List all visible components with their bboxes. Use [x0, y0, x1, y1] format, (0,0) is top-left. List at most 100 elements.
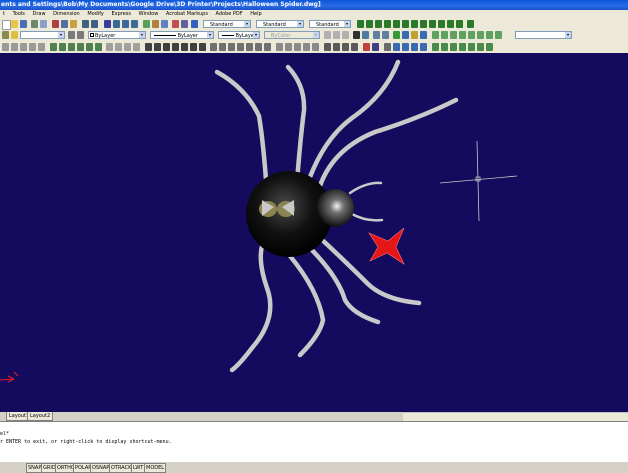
menu-item-draw[interactable]: Draw — [29, 10, 48, 19]
mesh-dish-icon[interactable] — [459, 43, 466, 51]
section-icon[interactable] — [312, 43, 319, 51]
mesh-sphere-icon[interactable] — [441, 43, 448, 51]
sphere-icon[interactable] — [441, 31, 448, 39]
solid-edit-icon[interactable] — [333, 43, 340, 51]
clip-icon[interactable] — [38, 43, 45, 51]
view-left-icon[interactable] — [68, 43, 75, 51]
ucs-object-icon[interactable] — [420, 43, 427, 51]
menu-item-acrobat-markups[interactable]: Acrobat Markups — [163, 10, 211, 19]
menu-item-edit[interactable]: t — [0, 10, 8, 19]
preview-icon[interactable] — [40, 20, 47, 28]
snap-midpoint-icon[interactable] — [366, 20, 373, 28]
statistics-icon[interactable] — [420, 31, 427, 39]
menu-item-dimension[interactable]: Dimension — [50, 10, 83, 19]
mesh-wedge-icon[interactable] — [477, 43, 484, 51]
imprint-icon[interactable] — [342, 43, 349, 51]
isometric-se-icon[interactable] — [115, 43, 122, 51]
mesh-cone-icon[interactable] — [450, 43, 457, 51]
materials-icon[interactable] — [373, 31, 380, 39]
box-icon[interactable] — [432, 31, 439, 39]
view-front-icon[interactable] — [86, 43, 93, 51]
orbit-icon[interactable] — [2, 43, 9, 51]
landscape-icon[interactable] — [382, 31, 389, 39]
view-top-icon[interactable] — [50, 43, 57, 51]
cut-icon[interactable] — [52, 20, 59, 28]
tab-layout2[interactable]: Layout2 — [27, 412, 54, 421]
osnap-settings-icon[interactable] — [467, 20, 474, 28]
shade-icon[interactable] — [353, 31, 360, 39]
command-line[interactable]: el* r ENTER to exit, or right-click to d… — [0, 421, 628, 462]
dim-style-dropdown[interactable]: Standard ▾ — [256, 20, 304, 28]
circle-icon[interactable] — [163, 43, 170, 51]
snap-node-icon[interactable] — [438, 20, 445, 28]
fillet-icon[interactable] — [264, 43, 271, 51]
isometric-nw-icon[interactable] — [133, 43, 140, 51]
menu-item-modify[interactable]: Modify — [84, 10, 107, 19]
text-style-dropdown[interactable]: Standard ▾ — [203, 20, 251, 28]
zoom-previous-icon[interactable] — [131, 20, 138, 28]
color-dropdown[interactable]: ByLayer ▾ — [88, 31, 146, 39]
properties-icon[interactable] — [143, 20, 150, 28]
move-icon[interactable] — [219, 43, 226, 51]
menu-item-window[interactable]: Window — [136, 10, 162, 19]
continuous-orbit-icon[interactable] — [11, 43, 18, 51]
copy-icon[interactable] — [61, 20, 68, 28]
open-icon[interactable] — [11, 20, 18, 28]
fog-icon[interactable] — [393, 31, 400, 39]
pan-icon[interactable] — [104, 20, 111, 28]
snap-perpendicular-icon[interactable] — [411, 20, 418, 28]
hide-icon[interactable] — [333, 31, 340, 39]
mesh-box-icon[interactable] — [432, 43, 439, 51]
menu-item-tools[interactable]: Tools — [10, 10, 28, 19]
background-icon[interactable] — [402, 31, 409, 39]
menu-item-help[interactable]: Help — [247, 10, 264, 19]
flatshot-icon[interactable] — [324, 43, 331, 51]
wedge-icon[interactable] — [468, 31, 475, 39]
line-icon[interactable] — [145, 43, 152, 51]
mesh-pyramid-icon[interactable] — [486, 43, 493, 51]
tool-palettes-icon[interactable] — [161, 20, 168, 28]
snap-tangent-icon[interactable] — [402, 20, 409, 28]
snap-intersection-icon[interactable] — [375, 20, 382, 28]
subtract-icon[interactable] — [285, 43, 292, 51]
swivel-icon[interactable] — [29, 43, 36, 51]
hyperlink-icon[interactable] — [372, 43, 379, 51]
rotate-icon[interactable] — [228, 43, 235, 51]
layer-previous-icon[interactable] — [77, 31, 84, 39]
snap-nearest-icon[interactable] — [447, 20, 454, 28]
isometric-sw-icon[interactable] — [106, 43, 113, 51]
menu-item-adobe-pdf[interactable]: Adobe PDF — [213, 10, 246, 19]
extrude-icon[interactable] — [486, 31, 493, 39]
ucs-face-icon[interactable] — [411, 43, 418, 51]
shell-icon[interactable] — [351, 43, 358, 51]
polyline-icon[interactable] — [154, 43, 161, 51]
linetype-dropdown[interactable]: ByLayer ▾ — [150, 31, 214, 39]
view-right-icon[interactable] — [77, 43, 84, 51]
lineweight-dropdown[interactable]: ByLayer ▾ — [218, 31, 260, 39]
arc-icon[interactable] — [172, 43, 179, 51]
save-icon[interactable] — [20, 20, 27, 28]
snap-center-icon[interactable] — [384, 20, 391, 28]
snap-none-icon[interactable] — [456, 20, 463, 28]
ucs-world-icon[interactable] — [393, 43, 400, 51]
calculator-icon[interactable] — [181, 20, 188, 28]
scale-icon[interactable] — [237, 43, 244, 51]
torus-icon[interactable] — [477, 31, 484, 39]
light-icon[interactable] — [362, 31, 369, 39]
view-bottom-icon[interactable] — [59, 43, 66, 51]
table-style-dropdown[interactable]: Standard ▾ — [309, 20, 351, 28]
revolve-icon[interactable] — [495, 31, 502, 39]
scene-icon[interactable] — [342, 31, 349, 39]
markup-icon[interactable] — [172, 20, 179, 28]
render-icon[interactable] — [324, 31, 331, 39]
render-prefs-icon[interactable] — [411, 31, 418, 39]
rectangle-icon[interactable] — [181, 43, 188, 51]
redline-icon[interactable] — [363, 43, 370, 51]
mtext-icon[interactable] — [199, 43, 206, 51]
undo-icon[interactable] — [82, 20, 89, 28]
zoom-window-icon[interactable] — [122, 20, 129, 28]
intersect-icon[interactable] — [294, 43, 301, 51]
menu-item-express[interactable]: Express — [108, 10, 134, 19]
plot-icon[interactable] — [31, 20, 38, 28]
cone-icon[interactable] — [459, 31, 466, 39]
